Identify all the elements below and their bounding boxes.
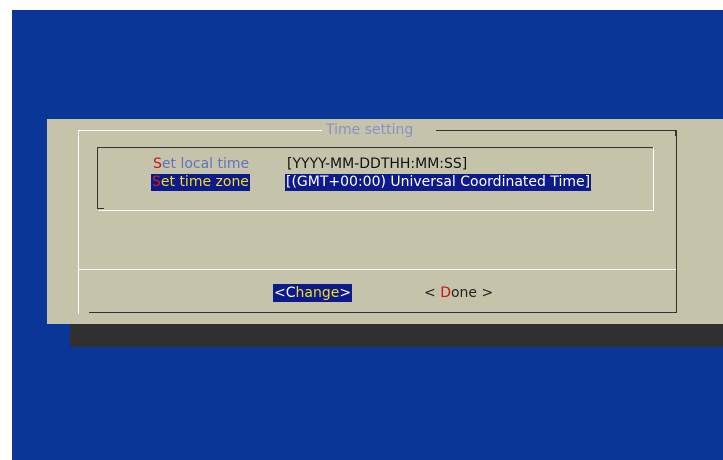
field-label-text: et local time (161, 156, 250, 172)
done-button[interactable]: < Done > (424, 284, 493, 302)
frame-border (78, 130, 79, 314)
form-box-border (97, 208, 104, 209)
button-label: one > (450, 285, 494, 301)
hotkey-letter: S (153, 156, 162, 172)
form-box-border (97, 147, 654, 148)
frame-border (436, 130, 676, 131)
button-bracket: <C (274, 285, 296, 301)
field-label-text: et time zone (160, 174, 249, 190)
button-bracket: < (424, 285, 441, 301)
time-zone-field[interactable]: [(GMT+00:00) Universal Coordinated Time] (285, 174, 592, 191)
hotkey-letter: D (440, 285, 451, 301)
dialog-title: Time setting (324, 122, 416, 138)
set-local-time-label[interactable]: Set local time (153, 156, 249, 173)
button-label: hange (295, 285, 340, 301)
button-separator (78, 269, 676, 270)
form-box-border (653, 147, 654, 210)
frame-border (89, 312, 677, 313)
form-box-border (99, 210, 654, 211)
set-time-zone-label[interactable]: Set time zone (151, 174, 250, 191)
change-button[interactable]: <Change> (273, 284, 353, 302)
form-box-border (97, 147, 98, 209)
local-time-field[interactable]: [YYYY-MM-DDTHH:MM:SS] (287, 156, 467, 173)
time-setting-dialog: Time setting Set local time [YYYY-MM-DDT… (47, 119, 723, 324)
hotkey-letter: S (152, 174, 161, 190)
frame-border (676, 130, 677, 312)
frame-border (78, 130, 322, 131)
button-bracket: > (339, 285, 352, 301)
